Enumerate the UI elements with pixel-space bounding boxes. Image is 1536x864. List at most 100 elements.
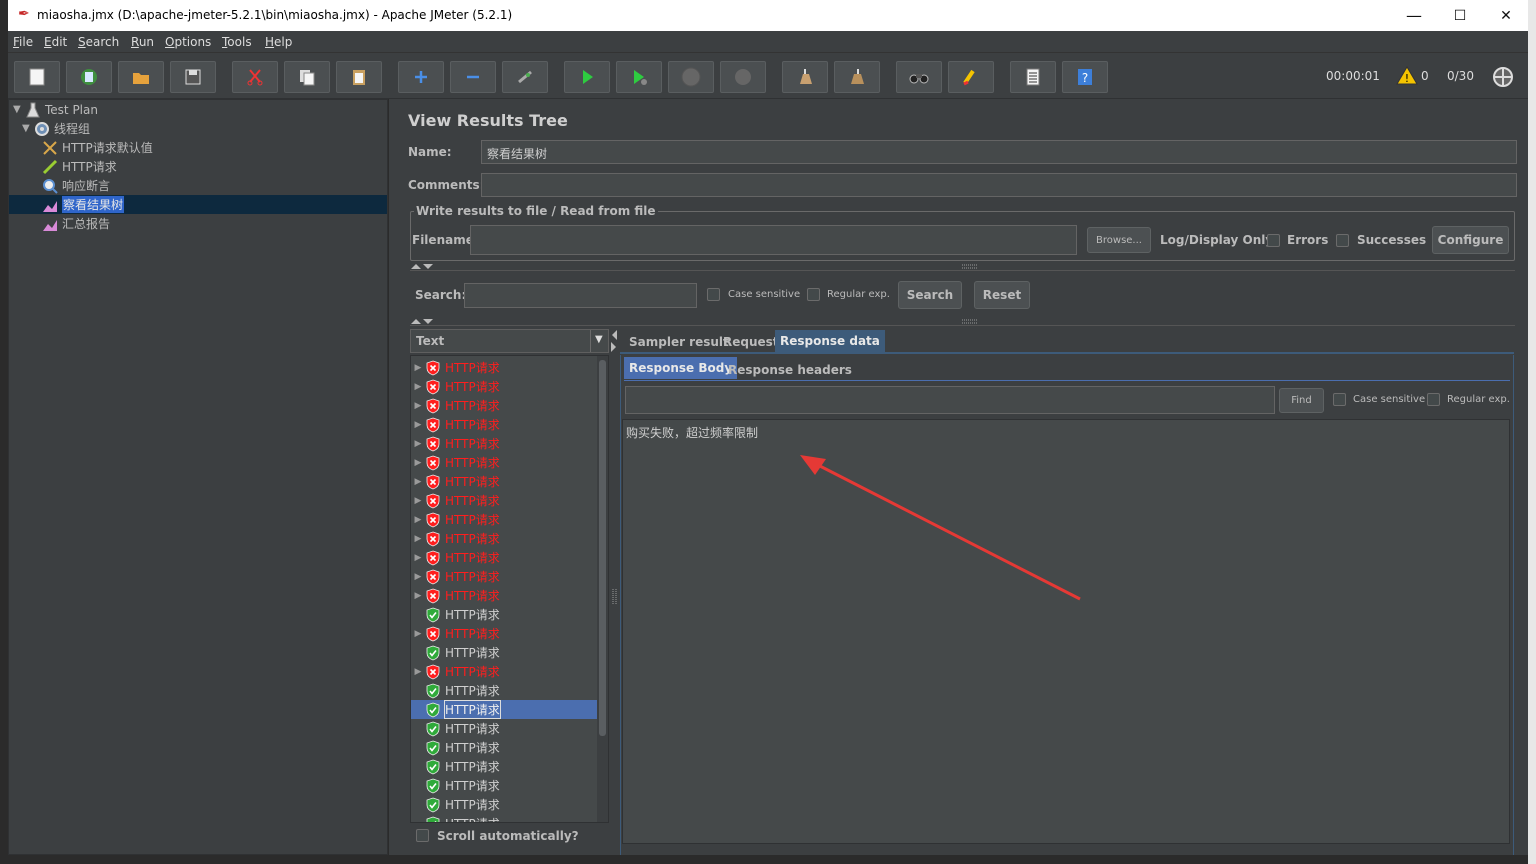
expand-arrow-icon[interactable]: ▶ bbox=[411, 553, 425, 563]
tree-node-http-defaults[interactable]: HTTP请求默认值 bbox=[42, 138, 153, 157]
find-input[interactable] bbox=[625, 386, 1275, 414]
menu-options[interactable]: Options bbox=[165, 35, 211, 49]
search-button[interactable] bbox=[896, 61, 942, 93]
tree-node-view-results-tree[interactable]: 察看结果树 bbox=[42, 195, 125, 214]
tree-node-summary-report[interactable]: 汇总报告 bbox=[42, 214, 110, 233]
result-row[interactable]: ▶ HTTP请求 bbox=[411, 586, 597, 605]
expand-arrow-icon[interactable]: ▶ bbox=[411, 477, 425, 487]
expand-arrow-icon[interactable]: ▶ bbox=[411, 515, 425, 525]
successes-checkbox[interactable] bbox=[1336, 234, 1349, 247]
tab-request[interactable]: Request bbox=[718, 331, 784, 353]
expand-arrow-icon[interactable]: ▶ bbox=[411, 420, 425, 430]
start-no-pauses-button[interactable] bbox=[616, 61, 662, 93]
drag-grip-icon[interactable] bbox=[962, 264, 978, 269]
new-button[interactable] bbox=[14, 61, 60, 93]
configure-button[interactable]: Configure bbox=[1432, 226, 1509, 254]
expand-arrow-icon[interactable]: ▶ bbox=[411, 496, 425, 506]
cut-button[interactable] bbox=[232, 61, 278, 93]
result-row[interactable]: ▶ HTTP请求 bbox=[411, 624, 597, 643]
result-row[interactable]: HTTP请求 bbox=[411, 776, 597, 795]
expand-arrow-icon[interactable]: ▶ bbox=[411, 458, 425, 468]
result-row[interactable]: HTTP请求 bbox=[411, 643, 597, 662]
expand-arrow-icon[interactable]: ▶ bbox=[411, 363, 425, 373]
result-row[interactable]: HTTP请求 bbox=[411, 757, 597, 776]
stop-button[interactable] bbox=[668, 61, 714, 93]
tree-node-http-request[interactable]: HTTP请求 bbox=[42, 157, 117, 176]
result-row[interactable]: HTTP请求 bbox=[411, 738, 597, 757]
search-button[interactable]: Search bbox=[898, 281, 962, 309]
menu-help[interactable]: Help bbox=[265, 35, 292, 49]
start-button[interactable] bbox=[564, 61, 610, 93]
result-row[interactable]: ▶ HTTP请求 bbox=[411, 358, 597, 377]
menu-run[interactable]: Run bbox=[131, 35, 154, 49]
expand-all-button[interactable] bbox=[398, 61, 444, 93]
tree-node-thread-group[interactable]: ▼ 线程组 bbox=[22, 119, 90, 138]
errors-checkbox[interactable] bbox=[1267, 234, 1280, 247]
result-row[interactable]: HTTP请求 bbox=[411, 814, 597, 822]
expand-arrow-icon[interactable]: ▼ bbox=[13, 104, 25, 115]
find-regular-exp-checkbox[interactable] bbox=[1427, 393, 1440, 406]
expand-arrow-icon[interactable]: ▶ bbox=[411, 572, 425, 582]
scrollbar-thumb[interactable] bbox=[599, 360, 606, 736]
renderer-select[interactable]: Text ▼ bbox=[410, 329, 609, 353]
menu-file[interactable]: File bbox=[13, 35, 33, 49]
result-row[interactable]: ▶ HTTP请求 bbox=[411, 510, 597, 529]
result-row[interactable]: HTTP请求 bbox=[411, 700, 597, 719]
save-button[interactable] bbox=[170, 61, 216, 93]
reset-button[interactable]: Reset bbox=[974, 281, 1030, 309]
result-row[interactable]: ▶ HTTP请求 bbox=[411, 415, 597, 434]
clear-button[interactable] bbox=[782, 61, 828, 93]
case-sensitive-checkbox[interactable] bbox=[707, 288, 720, 301]
function-helper-button[interactable] bbox=[1010, 61, 1056, 93]
copy-button[interactable] bbox=[284, 61, 330, 93]
tab-response-body[interactable]: Response Body bbox=[624, 357, 738, 379]
minimize-button[interactable]: — bbox=[1391, 0, 1437, 31]
filename-field[interactable] bbox=[470, 225, 1077, 255]
search-input[interactable] bbox=[464, 283, 697, 308]
result-row[interactable]: ▶ HTTP请求 bbox=[411, 396, 597, 415]
result-row[interactable]: HTTP请求 bbox=[411, 719, 597, 738]
split-divider[interactable] bbox=[389, 99, 398, 855]
result-row[interactable]: ▶ HTTP请求 bbox=[411, 662, 597, 681]
expand-arrow-icon[interactable]: ▶ bbox=[411, 667, 425, 677]
expand-arrow-icon[interactable]: ▶ bbox=[411, 629, 425, 639]
result-row[interactable]: ▶ HTTP请求 bbox=[411, 377, 597, 396]
collapse-all-button[interactable] bbox=[450, 61, 496, 93]
result-row[interactable]: ▶ HTTP请求 bbox=[411, 472, 597, 491]
expand-arrow-icon[interactable]: ▼ bbox=[22, 123, 34, 134]
expand-arrow-icon[interactable]: ▶ bbox=[411, 382, 425, 392]
templates-button[interactable] bbox=[66, 61, 112, 93]
result-row[interactable]: ▶ HTTP请求 bbox=[411, 567, 597, 586]
result-row[interactable]: HTTP请求 bbox=[411, 605, 597, 624]
result-row[interactable]: ▶ HTTP请求 bbox=[411, 548, 597, 567]
result-row[interactable]: ▶ HTTP请求 bbox=[411, 529, 597, 548]
regular-exp-checkbox[interactable] bbox=[807, 288, 820, 301]
result-row[interactable]: ▶ HTTP请求 bbox=[411, 453, 597, 472]
shutdown-button[interactable] bbox=[720, 61, 766, 93]
tab-response-data[interactable]: Response data bbox=[775, 330, 885, 352]
menu-edit[interactable]: Edit bbox=[44, 35, 67, 49]
scroll-auto-checkbox[interactable] bbox=[416, 829, 429, 842]
split-arrows-icon[interactable] bbox=[410, 317, 434, 325]
expand-arrow-icon[interactable]: ▶ bbox=[411, 591, 425, 601]
drag-grip-icon[interactable] bbox=[962, 319, 978, 324]
find-case-sensitive-checkbox[interactable] bbox=[1333, 393, 1346, 406]
split-arrows-icon[interactable] bbox=[410, 262, 434, 270]
tree-node-response-assertion[interactable]: 响应断言 bbox=[42, 176, 110, 195]
warning-icon[interactable]: ! bbox=[1396, 65, 1418, 85]
toggle-button[interactable] bbox=[502, 61, 548, 93]
browse-button[interactable]: Browse... bbox=[1087, 227, 1151, 253]
menu-tools[interactable]: Tools bbox=[222, 35, 252, 49]
open-button[interactable] bbox=[118, 61, 164, 93]
paste-button[interactable] bbox=[336, 61, 382, 93]
help-button[interactable]: ? bbox=[1062, 61, 1108, 93]
vertical-split-divider[interactable] bbox=[610, 329, 620, 849]
reset-search-button[interactable] bbox=[948, 61, 994, 93]
maximize-button[interactable]: ☐ bbox=[1437, 0, 1483, 31]
comments-field[interactable] bbox=[481, 173, 1517, 197]
expand-arrow-icon[interactable]: ▶ bbox=[411, 534, 425, 544]
tab-response-headers[interactable]: Response headers bbox=[723, 359, 857, 381]
tree-node-test-plan[interactable]: ▼ Test Plan bbox=[13, 100, 98, 119]
result-row[interactable]: ▶ HTTP请求 bbox=[411, 434, 597, 453]
name-field[interactable]: 察看结果树 bbox=[481, 140, 1517, 164]
